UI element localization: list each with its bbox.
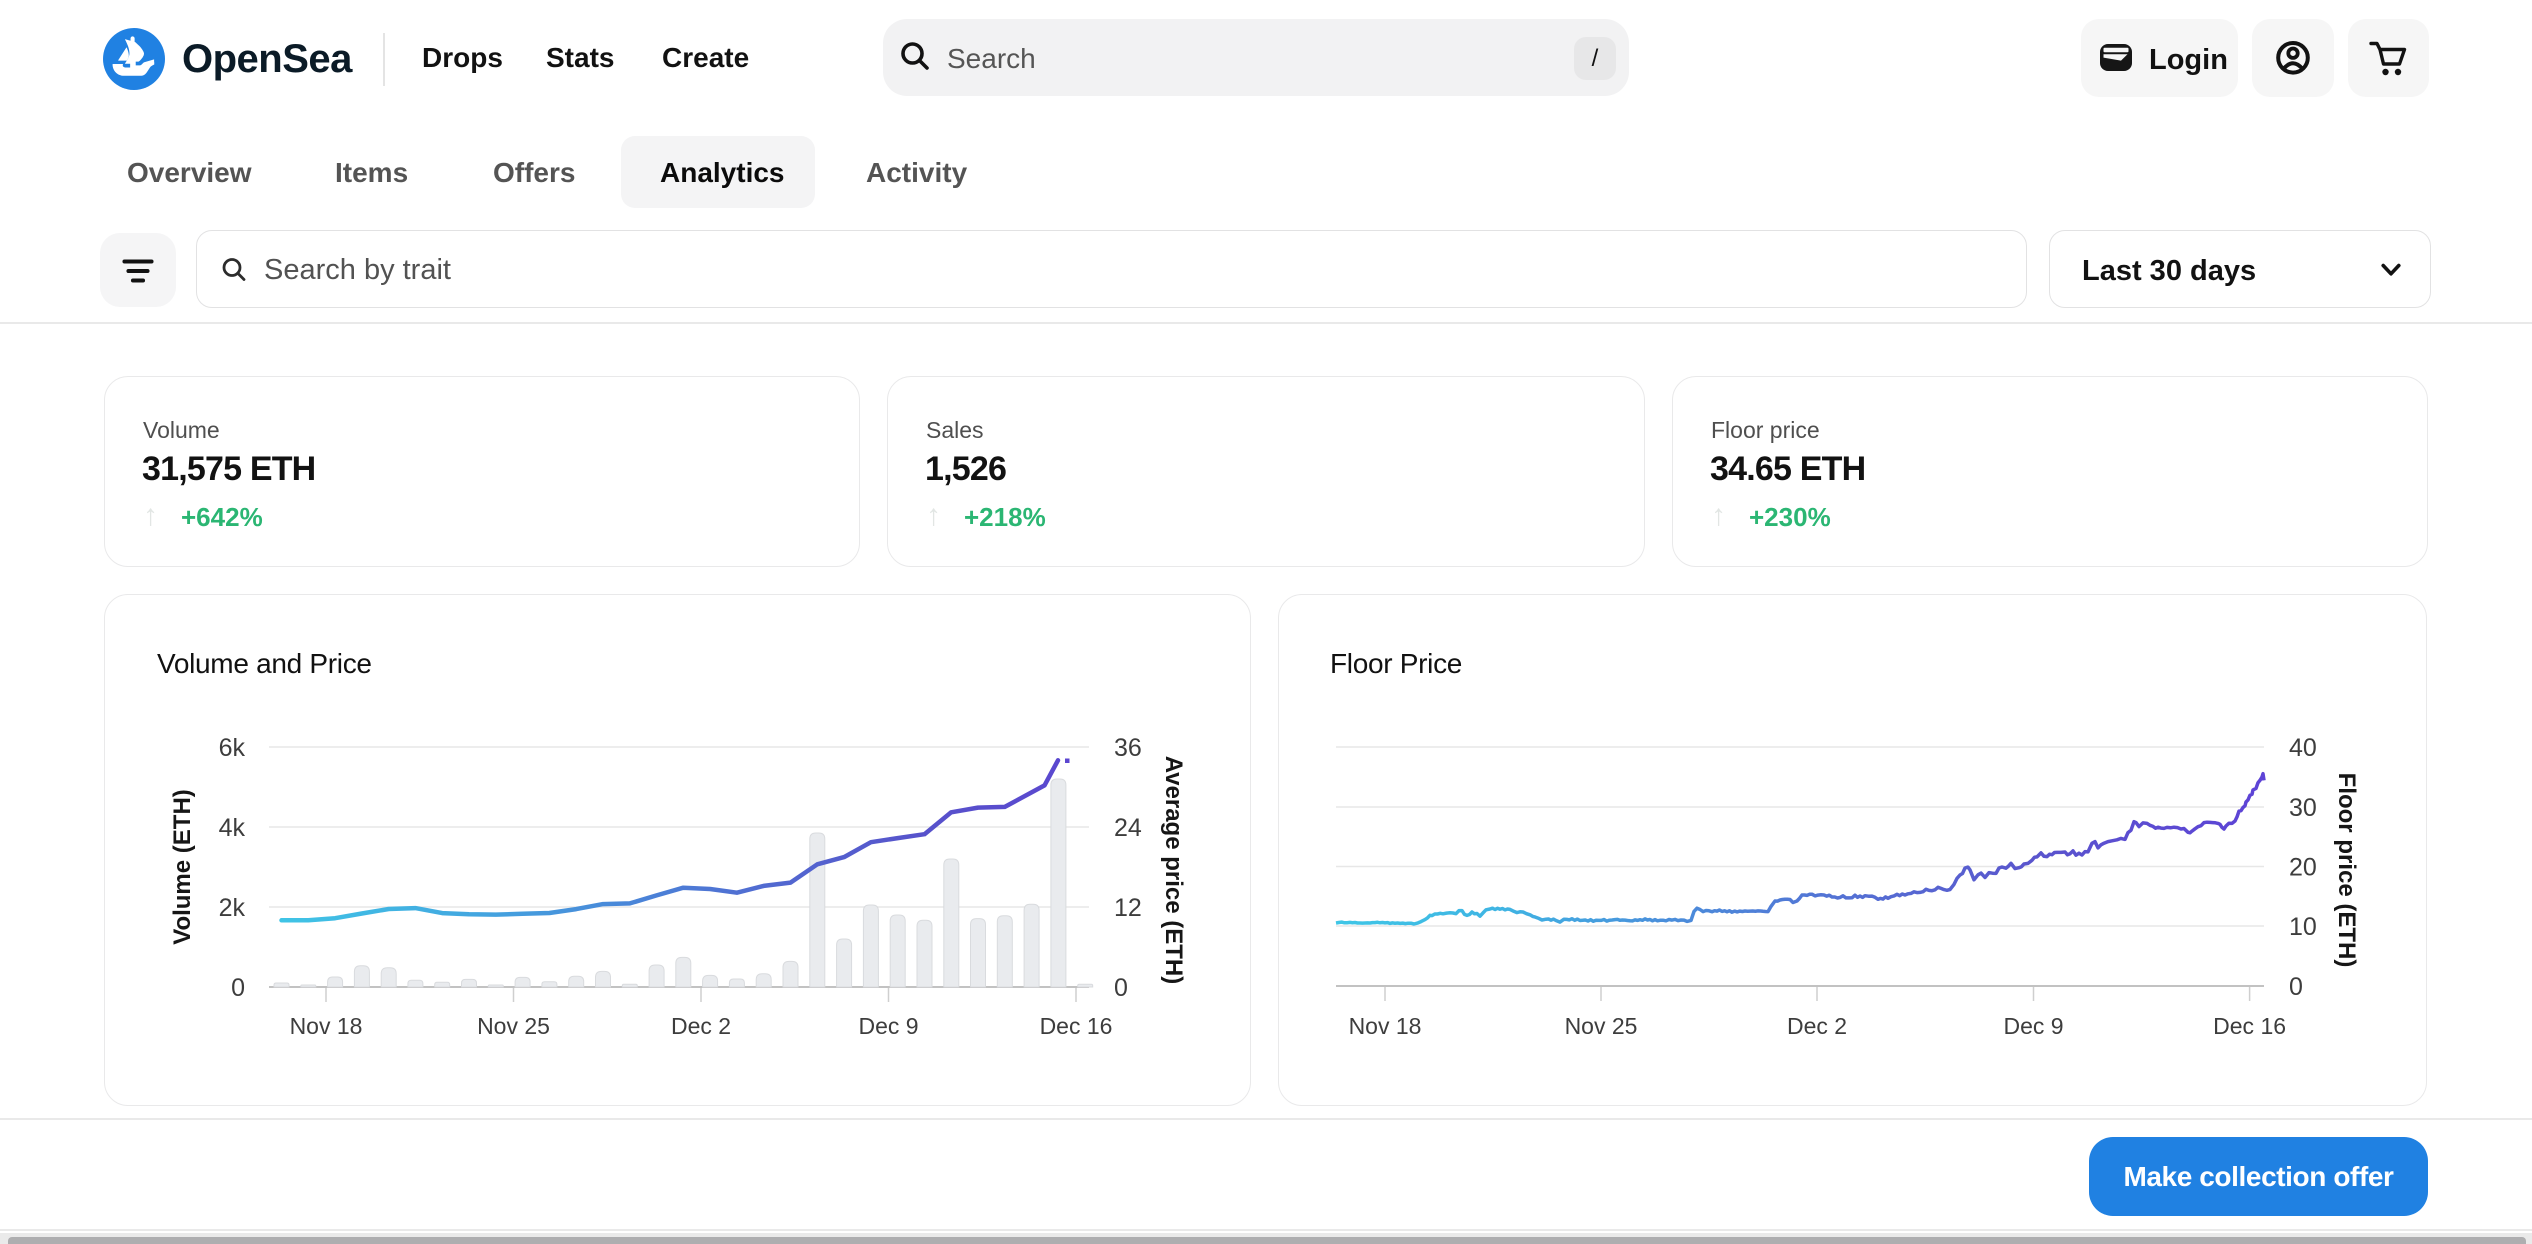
svg-text:Dec 16: Dec 16 bbox=[2213, 1013, 2286, 1039]
svg-text:20: 20 bbox=[2289, 854, 2317, 882]
svg-text:10: 10 bbox=[2289, 913, 2317, 941]
svg-text:40: 40 bbox=[2289, 734, 2317, 762]
svg-text:Floor price (ETH): Floor price (ETH) bbox=[2333, 773, 2360, 968]
svg-text:Nov 18: Nov 18 bbox=[290, 1013, 363, 1039]
svg-text:Dec 2: Dec 2 bbox=[671, 1013, 731, 1039]
svg-text:2k: 2k bbox=[219, 894, 246, 922]
svg-text:Dec 9: Dec 9 bbox=[858, 1013, 918, 1039]
svg-text:Volume (ETH): Volume (ETH) bbox=[169, 789, 196, 945]
svg-text:Dec 9: Dec 9 bbox=[2003, 1013, 2063, 1039]
svg-text:0: 0 bbox=[231, 974, 245, 1002]
svg-text:24: 24 bbox=[1114, 814, 1142, 842]
svg-text:Volume and Price: Volume and Price bbox=[157, 648, 372, 679]
svg-text:0: 0 bbox=[1114, 974, 1128, 1002]
svg-text:Nov 18: Nov 18 bbox=[1349, 1013, 1422, 1039]
svg-text:Average price (ETH): Average price (ETH) bbox=[1160, 756, 1187, 985]
svg-text:Dec 16: Dec 16 bbox=[1040, 1013, 1113, 1039]
svg-text:6k: 6k bbox=[219, 734, 246, 762]
svg-text:12: 12 bbox=[1114, 894, 1142, 922]
svg-text:Nov 25: Nov 25 bbox=[477, 1013, 550, 1039]
svg-text:0: 0 bbox=[2289, 973, 2303, 1001]
svg-text:30: 30 bbox=[2289, 794, 2317, 822]
svg-text:4k: 4k bbox=[219, 814, 246, 842]
svg-text:Floor Price: Floor Price bbox=[1330, 648, 1462, 679]
svg-text:Dec 2: Dec 2 bbox=[1787, 1013, 1847, 1039]
svg-text:Nov 25: Nov 25 bbox=[1565, 1013, 1638, 1039]
svg-text:36: 36 bbox=[1114, 734, 1142, 762]
